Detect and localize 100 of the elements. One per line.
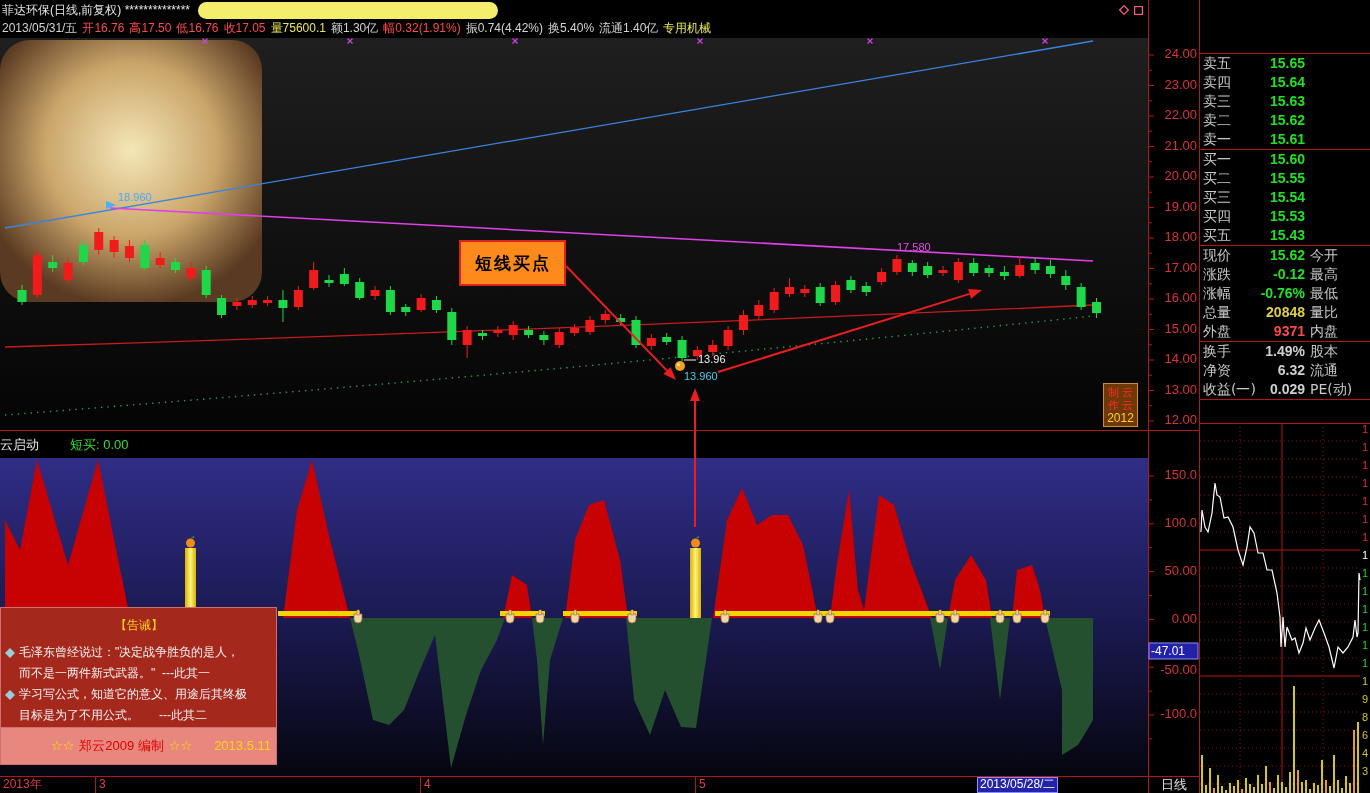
axis-label: 21.00 (1164, 137, 1197, 153)
candlestick (478, 329, 487, 341)
pointing-hand-icon (627, 609, 637, 624)
axis-label: 1 (1362, 656, 1369, 669)
candlestick (846, 275, 856, 294)
quote-field: 流通1.40亿 (599, 20, 659, 36)
year-text: 2012 (1107, 411, 1134, 425)
quote-value: 9371 (1273, 323, 1305, 340)
square-icon[interactable] (1134, 5, 1143, 15)
author-text: 郑云2009 编制 (79, 738, 164, 754)
axis-label: 20.00 (1164, 168, 1197, 184)
value-label: 13.960 (684, 369, 718, 382)
candlestick (616, 313, 626, 326)
diamond-icon[interactable] (1119, 5, 1129, 15)
axis-label: 1 (1362, 584, 1369, 597)
candlestick (662, 332, 672, 346)
candlestick (892, 254, 902, 276)
candlestick (646, 333, 656, 351)
quote-label: 最低 (1310, 285, 1338, 302)
quote-label: 内盘 (1310, 323, 1338, 340)
axis-label: 1 (1362, 620, 1369, 633)
candlestick (923, 261, 933, 279)
candlestick (109, 235, 119, 259)
axis-label: 1 (1362, 494, 1369, 507)
pointing-hand-icon (935, 609, 945, 624)
candlestick (938, 265, 948, 277)
candlestick (984, 264, 994, 278)
quote-field: 高17.50 (129, 20, 172, 36)
value-label: 18.960 (118, 190, 152, 203)
quote-label: 买五 (1203, 227, 1231, 244)
quote-value: 15.60 (1269, 151, 1305, 168)
candlestick (416, 293, 426, 313)
candlestick (309, 261, 319, 291)
candlestick (385, 285, 395, 316)
quote-value: 0.029 (1269, 381, 1305, 398)
quote-value: 6.32 (1277, 362, 1305, 379)
quote-label: 涨跌 (1203, 266, 1231, 283)
axis-label: 1 (1362, 476, 1369, 489)
candlestick (1092, 297, 1101, 319)
candlestick (94, 227, 104, 256)
candlestick (232, 297, 242, 311)
period-label[interactable]: 日线 (1149, 777, 1199, 792)
note-title: 【告诫】 (113, 617, 164, 634)
candlestick (754, 299, 764, 321)
axis-label: 16.00 (1164, 290, 1197, 306)
axis-label: 13.00 (1164, 381, 1197, 397)
quote-value: 15.61 (1269, 131, 1305, 148)
indicator-name: 云启动 (0, 437, 40, 454)
candlestick (861, 281, 871, 297)
quote-label: 卖四 (1203, 74, 1231, 91)
star-text: ☆☆ (51, 738, 75, 754)
candlestick (124, 239, 134, 263)
axis-label: 3 (1362, 764, 1369, 777)
axis-label: 3 (99, 777, 106, 791)
candlestick (1076, 282, 1086, 311)
quote-label: 涨幅 (1203, 285, 1231, 302)
diamond-bullet-icon (5, 648, 15, 658)
candlestick (339, 267, 349, 287)
quote-field: 2013/05/31/五 (2, 20, 78, 36)
candlestick (201, 265, 211, 299)
quote-label: PE(动) (1310, 381, 1353, 398)
fruit-icon (691, 536, 700, 548)
candlestick (78, 239, 88, 266)
negative-area (930, 618, 948, 670)
value-label: 13.96 (698, 352, 726, 365)
quote-label: 净资 (1203, 362, 1231, 379)
candlestick (585, 315, 595, 336)
axis-label: 1 (1362, 674, 1369, 687)
axis-label: 22.00 (1164, 107, 1197, 123)
axis-label: 2013年 (3, 777, 42, 791)
quote-value: 15.43 (1269, 227, 1305, 244)
ball-icon (675, 361, 685, 371)
quote-value: 15.65 (1269, 55, 1305, 72)
axis-label: 1 (1362, 440, 1369, 453)
quote-value: -0.76% (1260, 285, 1305, 302)
pointing-hand-icon (813, 609, 823, 624)
candlestick (631, 315, 641, 349)
cross-marker-icon (1041, 38, 1049, 45)
candlestick (431, 295, 441, 314)
pointing-hand-icon (570, 609, 580, 624)
candlestick (63, 257, 73, 284)
axis-label: 1 (1362, 638, 1369, 651)
axis-label: 100.0 (1164, 515, 1197, 531)
candlestick (370, 285, 380, 301)
quote-label: 卖二 (1203, 112, 1231, 129)
axis-label: 6 (1362, 728, 1369, 741)
quote-value: 15.55 (1269, 170, 1305, 187)
candlestick (401, 303, 411, 317)
axis-label: 12.00 (1164, 412, 1197, 428)
candlestick (1045, 259, 1055, 279)
candlestick (969, 257, 979, 277)
candlestick (907, 259, 917, 277)
candlestick (324, 274, 334, 288)
cross-marker-icon (346, 38, 354, 45)
quote-field: 量75600.1 (270, 20, 326, 36)
quote-label: 买二 (1203, 170, 1231, 187)
axis-label: -100.0 (1160, 706, 1197, 722)
axis-label: 0.00 (1171, 610, 1197, 626)
quote-label: 最高 (1310, 266, 1338, 283)
candlestick (877, 267, 887, 286)
